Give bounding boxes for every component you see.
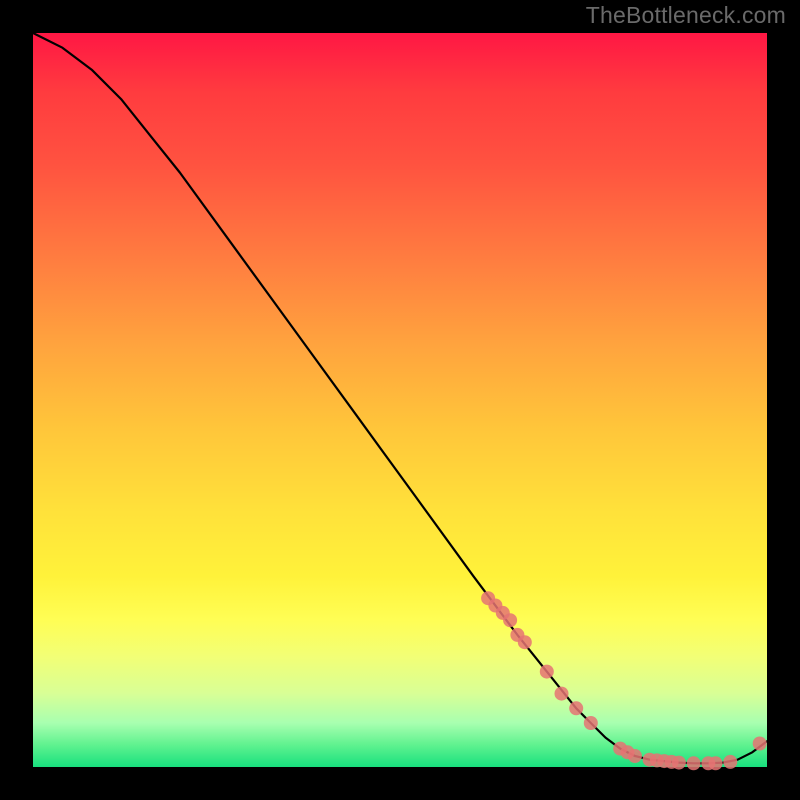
highlight-point [518, 635, 532, 649]
attribution-label: TheBottleneck.com [586, 2, 786, 29]
highlight-point [584, 716, 598, 730]
highlight-point [628, 749, 642, 763]
highlight-point [555, 687, 569, 701]
highlight-point [687, 756, 701, 770]
highlight-points-group [481, 591, 767, 770]
highlight-point [753, 737, 767, 751]
highlight-point [540, 665, 554, 679]
chart-plot-area [33, 33, 767, 767]
highlight-point [709, 756, 723, 770]
highlight-point [723, 755, 737, 769]
bottleneck-curve-line [33, 33, 767, 763]
highlight-point [569, 701, 583, 715]
highlight-point [503, 613, 517, 627]
highlight-point [672, 756, 686, 770]
chart-svg [33, 33, 767, 767]
